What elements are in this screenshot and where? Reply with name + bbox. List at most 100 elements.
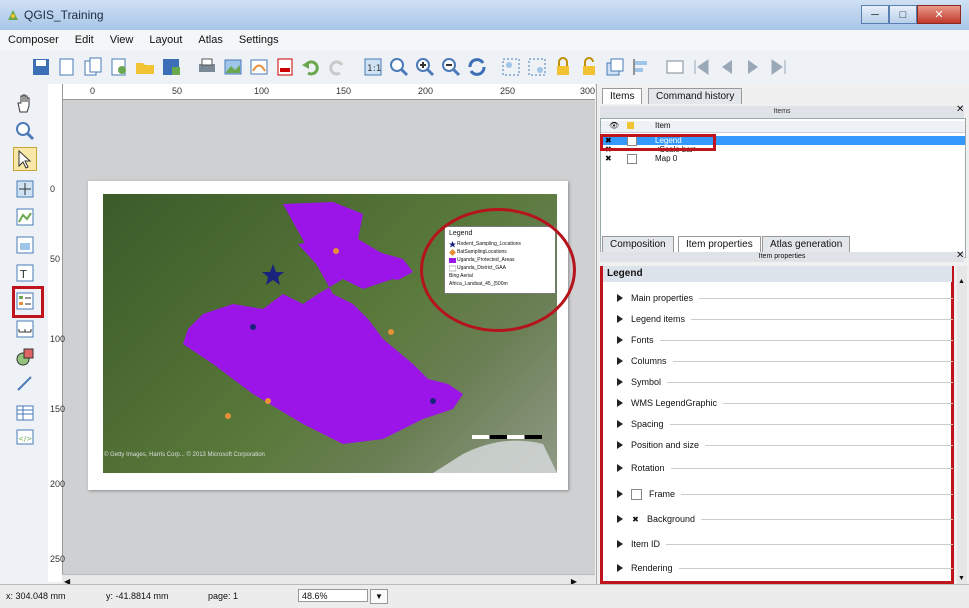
- save-template-icon[interactable]: [160, 56, 182, 78]
- align-items-icon[interactable]: [630, 56, 652, 78]
- group-background[interactable]: ✖ Background: [617, 513, 953, 525]
- lock-checkbox[interactable]: [627, 154, 637, 164]
- expand-arrow-icon[interactable]: [617, 490, 623, 498]
- expand-arrow-icon[interactable]: [617, 294, 623, 302]
- maximize-button[interactable]: □: [889, 5, 917, 24]
- export-svg-icon[interactable]: [248, 56, 270, 78]
- expand-arrow-icon[interactable]: [617, 315, 623, 323]
- scroll-down-icon[interactable]: ▼: [958, 575, 965, 582]
- properties-scrollbar[interactable]: ▲ ▼: [957, 266, 967, 584]
- menu-layout[interactable]: Layout: [141, 34, 190, 46]
- group-items-icon[interactable]: [500, 56, 522, 78]
- undo-icon[interactable]: [300, 56, 322, 78]
- zoom-actual-icon[interactable]: [388, 56, 410, 78]
- atlas-first-icon[interactable]: [690, 56, 712, 78]
- menu-view[interactable]: View: [102, 34, 142, 46]
- group-legend-items[interactable]: Legend items: [617, 313, 953, 325]
- zoom-full-icon[interactable]: 1:1: [362, 56, 384, 78]
- lock-items-icon[interactable]: [552, 56, 574, 78]
- close-properties-panel-icon[interactable]: ✕: [956, 250, 964, 261]
- pan-hand-icon[interactable]: [14, 92, 36, 114]
- expand-arrow-icon[interactable]: [617, 357, 623, 365]
- group-position-and-size[interactable]: Position and size: [617, 439, 953, 451]
- atlas-preview-icon[interactable]: [664, 56, 686, 78]
- add-scalebar-icon[interactable]: [14, 318, 36, 340]
- export-image-icon[interactable]: [222, 56, 244, 78]
- frame-checkbox[interactable]: [631, 488, 642, 500]
- print-icon[interactable]: [196, 56, 218, 78]
- move-content-icon[interactable]: [14, 178, 36, 200]
- expand-arrow-icon[interactable]: [617, 464, 623, 472]
- menu-composer[interactable]: Composer: [0, 34, 67, 46]
- new-composer-icon[interactable]: [56, 56, 78, 78]
- tab-command-history[interactable]: Command history: [648, 88, 743, 104]
- save-icon[interactable]: [30, 56, 52, 78]
- add-legend-highlight: [12, 286, 44, 318]
- atlas-last-icon[interactable]: [768, 56, 790, 78]
- zoom-in-icon[interactable]: [414, 56, 436, 78]
- zoom-tool-icon[interactable]: [14, 120, 36, 142]
- tab-composition[interactable]: Composition: [602, 236, 674, 252]
- expand-arrow-icon[interactable]: [617, 420, 623, 428]
- tab-items[interactable]: Items: [602, 88, 643, 104]
- duplicate-composer-icon[interactable]: [82, 56, 104, 78]
- expand-arrow-icon[interactable]: [617, 564, 623, 572]
- close-items-panel-icon[interactable]: ✕: [956, 104, 964, 115]
- group-fonts[interactable]: Fonts: [617, 334, 953, 346]
- add-html-frame-icon[interactable]: </>: [14, 426, 36, 448]
- close-button[interactable]: ✕: [917, 5, 961, 24]
- tab-item-properties[interactable]: Item properties: [678, 236, 761, 252]
- atlas-previous-icon[interactable]: [716, 56, 738, 78]
- group-rendering[interactable]: Rendering: [617, 562, 953, 574]
- menu-edit[interactable]: Edit: [67, 34, 102, 46]
- unlock-items-icon[interactable]: [578, 56, 600, 78]
- group-columns[interactable]: Columns: [617, 355, 953, 367]
- redo-icon[interactable]: [326, 56, 348, 78]
- add-map-icon[interactable]: [14, 206, 36, 228]
- tree-header: 👁 Item: [601, 121, 965, 133]
- background-checkbox[interactable]: ✖: [631, 515, 640, 524]
- open-template-icon[interactable]: [134, 56, 156, 78]
- window-controls: ─ □ ✕: [861, 5, 961, 24]
- group-wms-legendgraphic[interactable]: WMS LegendGraphic: [617, 397, 953, 409]
- scale-bar[interactable]: [472, 435, 542, 439]
- scroll-up-icon[interactable]: ▲: [958, 278, 965, 285]
- expand-arrow-icon[interactable]: [617, 336, 623, 344]
- add-shape-icon[interactable]: [14, 346, 36, 368]
- tree-row-map[interactable]: ✖ Map 0: [601, 154, 965, 164]
- select-move-icon[interactable]: [13, 147, 37, 171]
- zoom-input[interactable]: 48.6%: [298, 589, 368, 602]
- expand-arrow-icon[interactable]: [617, 515, 623, 523]
- raise-items-icon[interactable]: [604, 56, 626, 78]
- visibility-checkbox-icon[interactable]: ✖: [605, 154, 612, 163]
- expand-arrow-icon[interactable]: [617, 441, 623, 449]
- group-frame[interactable]: Frame: [617, 488, 953, 500]
- menu-atlas[interactable]: Atlas: [190, 34, 230, 46]
- tab-atlas-generation[interactable]: Atlas generation: [762, 236, 851, 252]
- status-bar: x: 304.048 mm y: -41.8814 mm page: 1 48.…: [0, 584, 969, 608]
- atlas-next-icon[interactable]: [742, 56, 764, 78]
- zoom-dropdown-icon[interactable]: ▼: [370, 589, 388, 604]
- group-main-properties[interactable]: Main properties: [617, 292, 953, 304]
- add-image-icon[interactable]: [14, 234, 36, 256]
- expand-arrow-icon[interactable]: [617, 399, 623, 407]
- item-properties-header: Item properties: [600, 252, 964, 262]
- add-table-icon[interactable]: [14, 402, 36, 424]
- minimize-button[interactable]: ─: [861, 5, 889, 24]
- export-pdf-icon[interactable]: [274, 56, 296, 78]
- menu-settings[interactable]: Settings: [231, 34, 287, 46]
- ruler-tick: 300: [580, 86, 596, 96]
- menu-bar: Composer Edit View Layout Atlas Settings: [0, 30, 969, 50]
- add-label-icon[interactable]: T: [14, 262, 36, 284]
- add-arrow-icon[interactable]: [14, 372, 36, 394]
- ungroup-items-icon[interactable]: [526, 56, 548, 78]
- group-spacing[interactable]: Spacing: [617, 418, 953, 430]
- group-symbol[interactable]: Symbol: [617, 376, 953, 388]
- composer-manager-icon[interactable]: [108, 56, 130, 78]
- group-rotation[interactable]: Rotation: [617, 462, 953, 474]
- refresh-icon[interactable]: [466, 56, 488, 78]
- group-item-id[interactable]: Item ID: [617, 538, 953, 550]
- expand-arrow-icon[interactable]: [617, 540, 623, 548]
- expand-arrow-icon[interactable]: [617, 378, 623, 386]
- zoom-out-icon[interactable]: [440, 56, 462, 78]
